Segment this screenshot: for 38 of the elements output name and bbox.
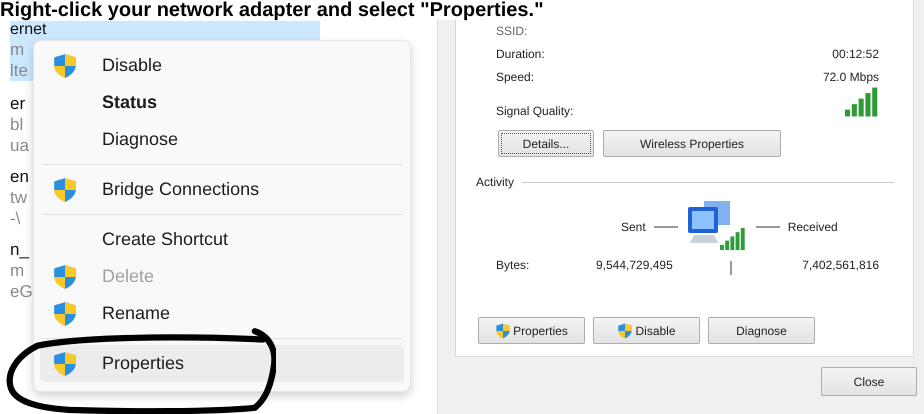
bytes-sent-value: 9,544,729,495 (596, 258, 674, 272)
dialog-button[interactable]: Details... (498, 130, 594, 157)
signal-bars-icon (845, 86, 879, 118)
adapter-list-text: tw (10, 187, 27, 208)
sent-label: Sent (621, 220, 646, 234)
dialog-button[interactable]: Wireless Properties (603, 130, 781, 157)
menu-item[interactable]: Rename (40, 295, 404, 332)
close-button[interactable]: Close (821, 367, 917, 396)
adapter-list-text: m (10, 39, 24, 60)
field-label: Duration: (496, 47, 545, 61)
bytes-received-value: 7,402,561,816 (802, 258, 879, 272)
field-label: SSID: (496, 24, 528, 38)
dialog-button[interactable]: Properties (478, 317, 585, 344)
menu-item[interactable]: Properties (40, 345, 404, 382)
menu-item[interactable]: Status (40, 84, 404, 121)
adapter-list-text: er (10, 93, 26, 114)
adapter-list-text: -\ (10, 208, 20, 229)
received-label: Received (788, 220, 838, 234)
menu-item[interactable]: Disable (40, 47, 404, 84)
field-label: Speed: (496, 70, 534, 84)
field-value: 00:12:52 (832, 47, 879, 61)
field-label: Signal Quality: (496, 104, 574, 118)
adapter-list-text: m (10, 260, 24, 281)
menu-item[interactable]: Bridge Connections (40, 171, 404, 208)
dialog-button[interactable]: Disable (593, 317, 700, 344)
menu-item[interactable]: Diagnose (40, 121, 404, 158)
adapter-list-text: ernet (10, 21, 46, 39)
adapter-list-text: eG (10, 281, 33, 302)
field-value: 72.0 Mbps (822, 70, 879, 84)
menu-item[interactable]: Create Shortcut (40, 221, 404, 258)
adapter-list-text: lte (10, 60, 28, 81)
adapter-list-text: en (10, 166, 29, 187)
section-title: Activity (476, 175, 514, 189)
field-label: Bytes: (496, 258, 530, 272)
adapter-list-text: bl (10, 114, 24, 135)
dialog-button[interactable]: Diagnose (708, 317, 815, 344)
adapter-list-text: ua (10, 135, 29, 156)
adapter-list-text: n_ (10, 239, 29, 260)
